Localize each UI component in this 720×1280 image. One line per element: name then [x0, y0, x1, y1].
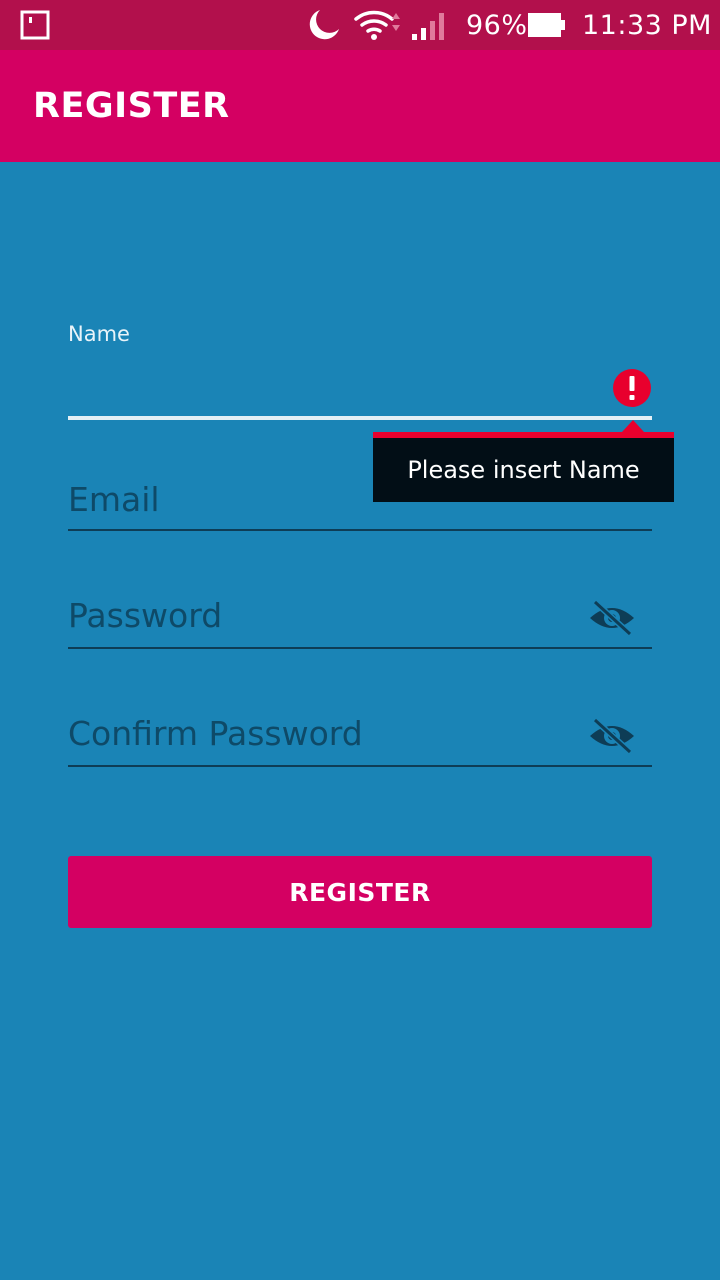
tooltip-pointer	[622, 420, 644, 432]
register-screen: 96% 11:33 PM REGISTER Name Please insert…	[0, 0, 720, 1280]
app-bar: REGISTER	[0, 50, 720, 162]
notification-icon	[20, 0, 50, 50]
signal-icon	[410, 0, 450, 50]
name-error-tooltip: Please insert Name	[373, 432, 674, 502]
password-field[interactable]: Password	[68, 596, 222, 635]
name-input[interactable]	[68, 364, 598, 408]
confirm-password-field-underline	[68, 765, 652, 767]
status-bar: 96% 11:33 PM	[0, 0, 720, 50]
page-title: REGISTER	[33, 86, 230, 126]
name-field-underline	[68, 416, 652, 420]
battery-percent: 96%	[466, 9, 528, 41]
battery-icon	[527, 0, 567, 50]
email-field[interactable]: Email	[68, 480, 160, 519]
visibility-off-icon[interactable]	[588, 716, 636, 756]
clock: 11:33 PM	[582, 9, 712, 41]
password-field-underline	[68, 647, 652, 649]
register-button[interactable]: REGISTER	[68, 856, 652, 928]
confirm-password-field[interactable]: Confirm Password	[68, 714, 363, 753]
error-icon	[612, 368, 652, 408]
wifi-icon	[354, 0, 406, 50]
email-field-underline	[68, 529, 652, 531]
visibility-off-icon[interactable]	[588, 598, 636, 638]
name-field-label: Name	[68, 322, 130, 346]
moon-icon	[306, 0, 342, 50]
